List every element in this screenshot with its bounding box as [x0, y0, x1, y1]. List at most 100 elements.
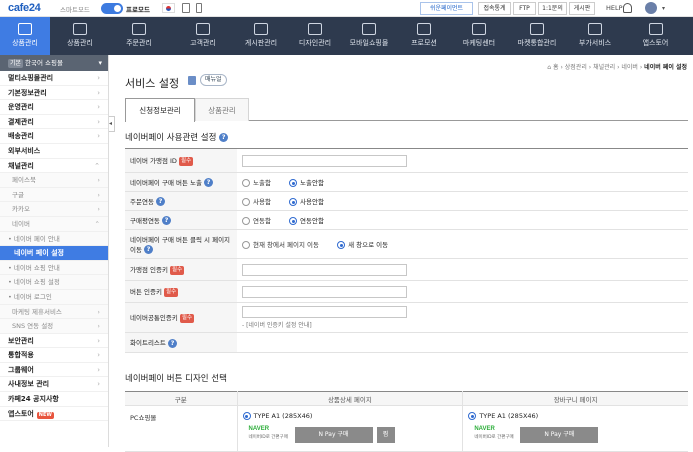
help-icon[interactable]: ?	[161, 216, 171, 226]
help-link[interactable]: HELP	[606, 4, 623, 12]
common-key-guide-link[interactable]: - [네이버 인증키 설정 안내]	[242, 320, 683, 329]
detail-type-option[interactable]: TYPE A1 (285X46)	[242, 412, 458, 420]
radio-new-window[interactable]	[337, 241, 346, 249]
sidebar-item-23[interactable]: 앱스토어 NEW	[0, 407, 108, 422]
shop-selector[interactable]: 기본 한국어 쇼핑몰 ▾	[0, 55, 108, 71]
radio-link[interactable]	[242, 217, 250, 225]
nav-item-2[interactable]: 상품관리	[50, 17, 110, 55]
pro-mode-label[interactable]: 프로모드	[126, 4, 150, 14]
sidebar-item-3[interactable]: 결제관리 ›	[0, 115, 108, 130]
radio-show[interactable]	[242, 179, 250, 187]
help-icon[interactable]: ?	[167, 338, 177, 348]
tab-product-manage[interactable]: 상품관리	[195, 98, 249, 121]
nav-item-orders[interactable]: 주문관리	[110, 17, 168, 55]
sidebar-item-20[interactable]: 그룹웨어 ›	[0, 363, 108, 378]
sidebar-item-14[interactable]: • 네이버 쇼핑 설정	[0, 275, 108, 290]
tab-bar: 신청정보관리 상품관리	[125, 98, 688, 122]
order-link-option-nouse[interactable]: 사용안함	[289, 196, 324, 206]
sidebar-item-19[interactable]: 통합적용 ›	[0, 348, 108, 363]
mode-toggle[interactable]	[101, 3, 123, 14]
sidebar-item-11[interactable]: • 네이버 페이 안내	[0, 231, 108, 247]
auth-key-input[interactable]	[242, 263, 407, 276]
radio-current-window[interactable]	[242, 241, 250, 249]
radio-hide[interactable]	[289, 179, 298, 187]
click-action-option-current[interactable]: 현재 창에서 페이지 이동	[242, 239, 319, 249]
korea-flag-icon[interactable]	[162, 3, 175, 13]
sidebar-item-4[interactable]: 배송관리 ›	[0, 129, 108, 144]
radio-type-a1-cart[interactable]	[468, 412, 477, 420]
help-icon[interactable]: ?	[144, 245, 154, 255]
manual-button[interactable]: 매뉴얼	[200, 74, 227, 86]
pc-icon[interactable]	[182, 3, 190, 13]
sidebar-item-5[interactable]: 외부서비스	[0, 144, 108, 159]
nav-item-market[interactable]: 마켓통합관리	[502, 17, 572, 55]
ftp-button[interactable]: FTP	[513, 2, 536, 15]
access-stats-button[interactable]: 접속통계	[478, 2, 511, 15]
purchase-link-option-nolink[interactable]: 연동안함	[289, 215, 324, 225]
merchant-id-input[interactable]	[242, 154, 407, 167]
breadcrumb-item[interactable]: 채널관리	[593, 64, 615, 71]
inquiry-button[interactable]: 1:1문의	[538, 2, 567, 15]
sidebar-item-12[interactable]: 네이버 페이 설정	[0, 246, 108, 261]
help-icon[interactable]: ?	[156, 197, 165, 207]
help-icon[interactable]: ?	[204, 178, 214, 188]
nav-item-customers[interactable]: 고객관리	[168, 17, 238, 55]
sidebar-item-16[interactable]: 마케팅 제휴서비스 ›	[0, 304, 108, 320]
home-icon[interactable]: ⌂	[547, 64, 551, 71]
sidebar-item-label: 페이스북	[12, 176, 36, 185]
radio-use[interactable]	[242, 198, 250, 206]
bell-icon[interactable]	[623, 3, 632, 13]
easy-payment-button[interactable]: 쉬운페이먼트	[420, 2, 473, 15]
click-action-option-new[interactable]: 새 창으로 이동	[337, 239, 388, 249]
breadcrumb-item[interactable]: 네이버	[621, 64, 638, 71]
exposure-option-hide[interactable]: 노출안함	[289, 177, 324, 187]
sidebar-item-15[interactable]: • 네이버 로그인	[0, 289, 108, 305]
collapse-sidebar-button[interactable]: ◂	[109, 116, 115, 132]
sidebar-item-22[interactable]: 카페24 공지사항	[0, 392, 108, 407]
sidebar-item-6[interactable]: 채널관리 ⌃	[0, 159, 108, 174]
cafe24-logo[interactable]: cafe24	[8, 2, 41, 14]
tab-application-info[interactable]: 신청정보관리	[125, 98, 195, 122]
nav-item-boards[interactable]: 게시판관리	[238, 17, 284, 55]
sidebar-item-9[interactable]: 카카오 ›	[0, 202, 108, 217]
nav-item-design[interactable]: 디자인관리	[284, 17, 346, 55]
nav-item-mobile[interactable]: 모바일쇼핑몰	[346, 17, 392, 55]
sidebar-item-0[interactable]: 멀티쇼핑몰관리 ›	[0, 71, 108, 86]
radio-type-a1-detail[interactable]	[242, 412, 251, 420]
button-key-input[interactable]	[242, 285, 407, 298]
sidebar-item-7[interactable]: 페이스북 ›	[0, 173, 108, 188]
help-icon[interactable]: ?	[219, 133, 229, 142]
sidebar-item-2[interactable]: 운영관리 ›	[0, 100, 108, 115]
nav-item-addon[interactable]: 부가서비스	[572, 17, 618, 55]
sidebar-item-8[interactable]: 구글 ›	[0, 187, 108, 203]
smart-mode-label[interactable]: 스마트모드	[60, 4, 90, 14]
chevron-down-icon[interactable]: ▾	[662, 5, 665, 12]
board-button[interactable]: 게시판	[569, 2, 595, 15]
cart-type-cell: TYPE A1 (285X46) NAVER 네이버ID로 간편구매 N Pay…	[462, 405, 688, 452]
sidebar-item-13[interactable]: • 네이버 쇼핑 안내	[0, 260, 108, 276]
nav-item-appstore[interactable]: 앱스토어	[618, 17, 693, 55]
sidebar-item-label: 채널관리	[8, 161, 34, 170]
bookmark-icon[interactable]	[188, 76, 196, 85]
col-header-cart: 장바구니 페이지	[462, 391, 688, 406]
nav-item-1[interactable]: 상품관리	[0, 17, 50, 55]
sidebar-item-10[interactable]: 네이버 ⌃	[0, 216, 108, 232]
sidebar-item-21[interactable]: 사내정보 관리 ›	[0, 377, 108, 393]
radio-nolink[interactable]	[289, 217, 298, 225]
nav-item-marketing[interactable]: 마케팅센터	[456, 17, 502, 55]
order-link-option-use[interactable]: 사용함	[242, 196, 271, 206]
sidebar-item-17[interactable]: SNS 연동 설정 ›	[0, 319, 108, 334]
shop-badge: 기본	[8, 59, 24, 68]
radio-nouse[interactable]	[289, 198, 298, 206]
nav-item-promotion[interactable]: 프로모션	[392, 17, 456, 55]
mobile-icon[interactable]	[196, 3, 202, 13]
sidebar-item-1[interactable]: 기본정보관리 ›	[0, 86, 108, 101]
cart-type-option[interactable]: TYPE A1 (285X46)	[468, 412, 683, 420]
purchase-link-option-link[interactable]: 연동함	[242, 215, 271, 225]
exposure-option-show[interactable]: 노출함	[242, 177, 271, 187]
sidebar-item-18[interactable]: 보안관리 ›	[0, 334, 108, 349]
avatar[interactable]	[645, 2, 657, 14]
breadcrumb-item[interactable]: 홈	[553, 64, 559, 71]
breadcrumb-item[interactable]: 상점관리	[565, 64, 587, 71]
common-key-input[interactable]	[242, 306, 407, 318]
